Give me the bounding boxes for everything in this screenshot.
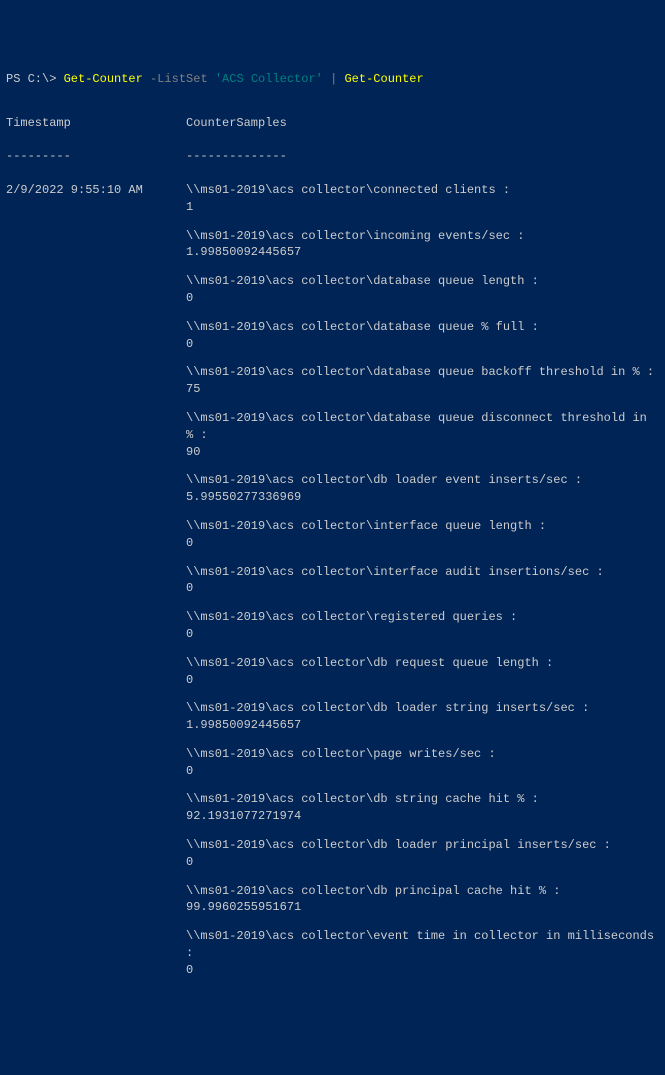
counter-path: \\ms01-2019\acs collector\interface audi… [186,564,656,581]
counter-path: \\ms01-2019\acs collector\interface queu… [186,518,656,535]
cmdlet-getcounter-2: Get-Counter [344,72,423,86]
output-header-divider: ----------------------- [6,148,659,165]
counter-path: \\ms01-2019\acs collector\registered que… [186,609,656,626]
counter-path: \\ms01-2019\acs collector\event time in … [186,928,656,962]
cmdlet-getcounter-1: Get-Counter [64,72,143,86]
counter-value: 0 [186,763,656,780]
ps-prompt: PS C:\> [6,72,64,86]
counter-value: 1.99850092445657 [186,717,656,734]
counter-path: \\ms01-2019\acs collector\connected clie… [186,182,656,199]
counter-samples-list: \\ms01-2019\acs collector\connected clie… [186,182,656,991]
counter-sample: \\ms01-2019\acs collector\db request que… [186,655,656,689]
counter-path: \\ms01-2019\acs collector\db string cach… [186,791,656,808]
counter-value: 0 [186,290,656,307]
counter-path: \\ms01-2019\acs collector\database queue… [186,273,656,290]
counter-path: \\ms01-2019\acs collector\db loader even… [186,472,656,489]
header-timestamp-div: --------- [6,148,186,165]
counter-path: \\ms01-2019\acs collector\page writes/se… [186,746,656,763]
counter-sample: \\ms01-2019\acs collector\event time in … [186,928,656,978]
output-data-row: 2/9/2022 9:55:10 AM\\ms01-2019\acs colle… [6,182,659,991]
counter-path: \\ms01-2019\acs collector\database queue… [186,364,656,381]
counter-sample: \\ms01-2019\acs collector\db loader even… [186,472,656,506]
counter-value: 0 [186,626,656,643]
counter-value: 99.9960255951671 [186,899,656,916]
counter-path: \\ms01-2019\acs collector\database queue… [186,319,656,336]
counter-path: \\ms01-2019\acs collector\db loader prin… [186,837,656,854]
counter-value: 75 [186,381,656,398]
counter-value: 1 [186,199,656,216]
counter-value: 0 [186,580,656,597]
counter-sample: \\ms01-2019\acs collector\database queue… [186,273,656,307]
counter-path: \\ms01-2019\acs collector\database queue… [186,410,656,444]
counter-sample: \\ms01-2019\acs collector\db string cach… [186,791,656,825]
counter-sample: \\ms01-2019\acs collector\page writes/se… [186,746,656,780]
counter-value: 0 [186,962,656,979]
counter-value: 5.99550277336969 [186,489,656,506]
counter-sample: \\ms01-2019\acs collector\incoming event… [186,228,656,262]
counter-path: \\ms01-2019\acs collector\incoming event… [186,228,656,245]
counter-sample: \\ms01-2019\acs collector\database queue… [186,410,656,460]
header-timestamp: Timestamp [6,115,186,132]
counter-value: 0 [186,672,656,689]
counter-sample: \\ms01-2019\acs collector\db principal c… [186,883,656,917]
counter-value: 0 [186,336,656,353]
timestamp-value: 2/9/2022 9:55:10 AM [6,182,186,199]
counter-sample: \\ms01-2019\acs collector\db loader stri… [186,700,656,734]
counter-sample: \\ms01-2019\acs collector\connected clie… [186,182,656,216]
counter-value: 0 [186,854,656,871]
counter-value: 1.99850092445657 [186,244,656,261]
command-prompt-line: PS C:\> Get-Counter -ListSet 'ACS Collec… [6,71,659,88]
counter-path: \\ms01-2019\acs collector\db request que… [186,655,656,672]
header-countersamples-div: -------------- [186,148,287,165]
counter-sample: \\ms01-2019\acs collector\database queue… [186,319,656,353]
output-header: TimestampCounterSamples [6,115,659,132]
counter-value: 92.1931077271974 [186,808,656,825]
counter-sample: \\ms01-2019\acs collector\interface queu… [186,518,656,552]
counter-path: \\ms01-2019\acs collector\db principal c… [186,883,656,900]
counter-sample: \\ms01-2019\acs collector\db loader prin… [186,837,656,871]
counter-value: 0 [186,535,656,552]
param-listset: -ListSet [143,72,215,86]
counter-value: 90 [186,444,656,461]
counter-sample: \\ms01-2019\acs collector\interface audi… [186,564,656,598]
header-countersamples: CounterSamples [186,115,287,132]
counter-sample: \\ms01-2019\acs collector\registered que… [186,609,656,643]
counter-sample: \\ms01-2019\acs collector\database queue… [186,364,656,398]
counter-path: \\ms01-2019\acs collector\db loader stri… [186,700,656,717]
arg-string: 'ACS Collector' [215,72,323,86]
